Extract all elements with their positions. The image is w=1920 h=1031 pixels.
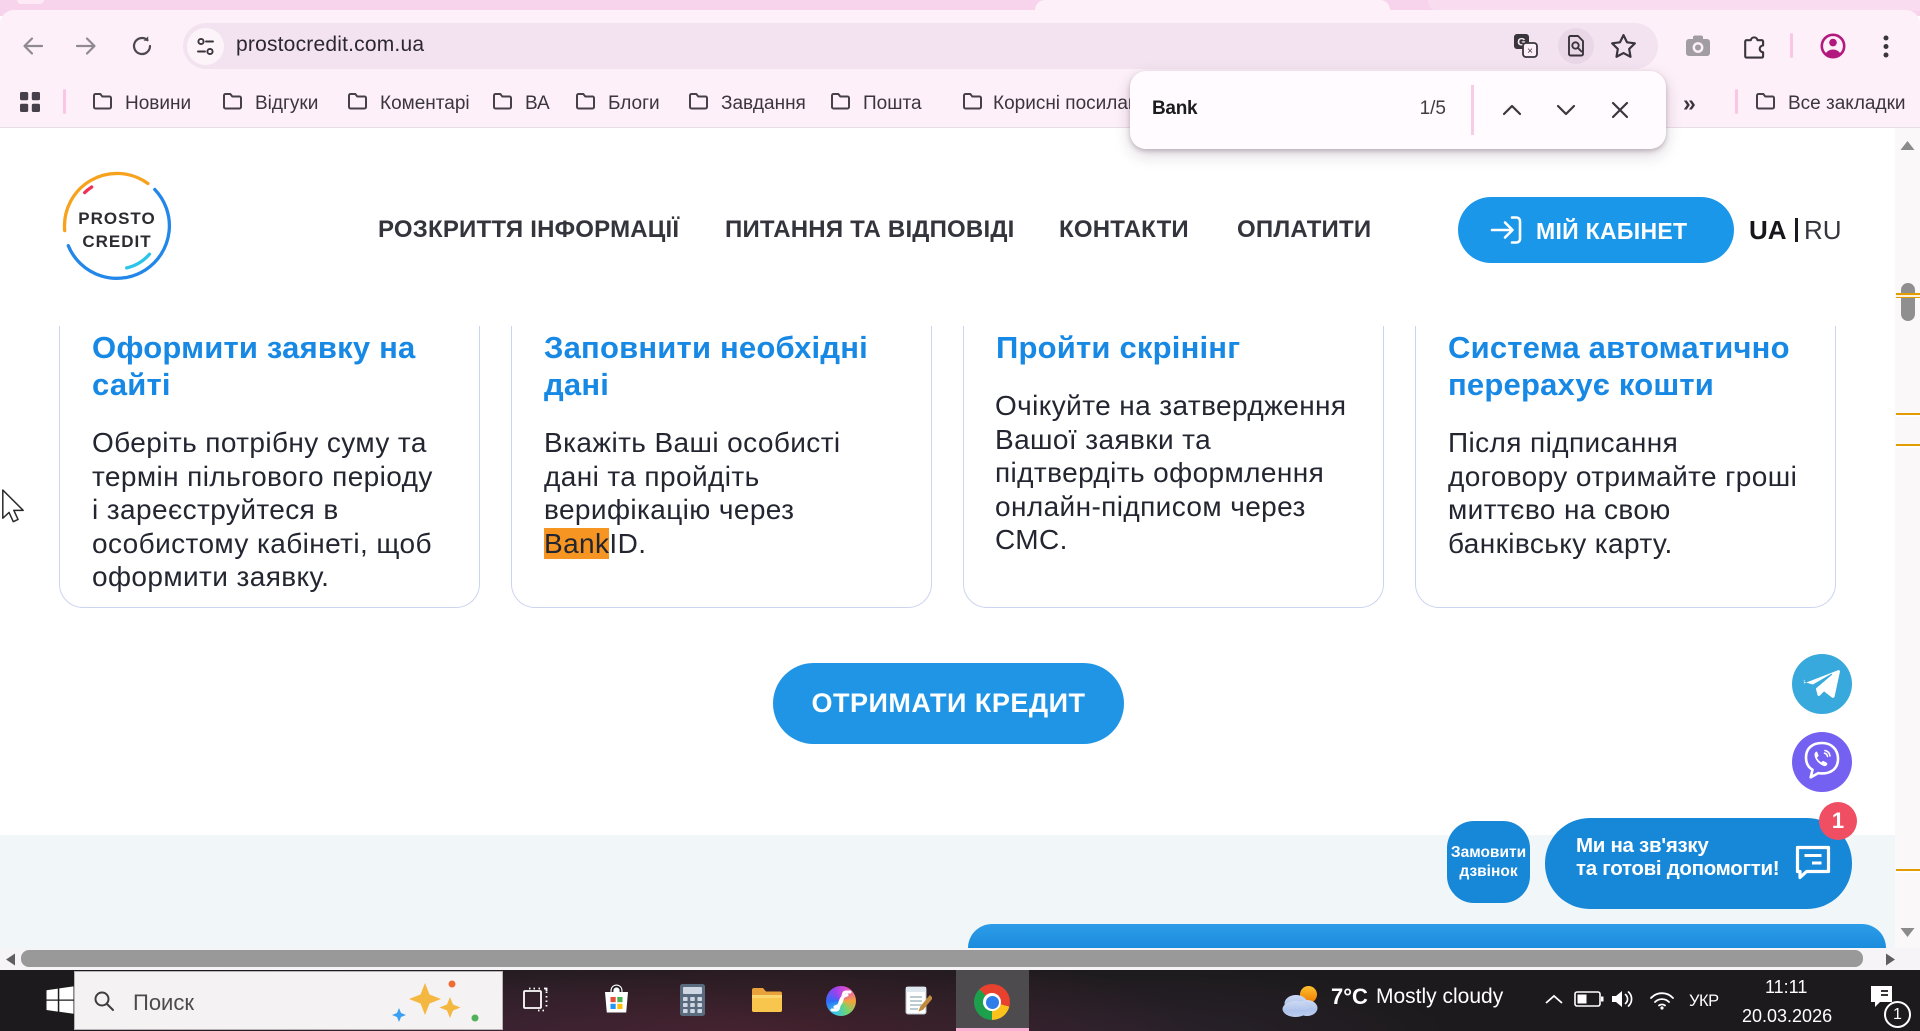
svg-text:PROSTO: PROSTO [78, 209, 155, 228]
svg-text:CREDIT: CREDIT [82, 232, 151, 251]
svg-text:×: × [1527, 46, 1533, 57]
